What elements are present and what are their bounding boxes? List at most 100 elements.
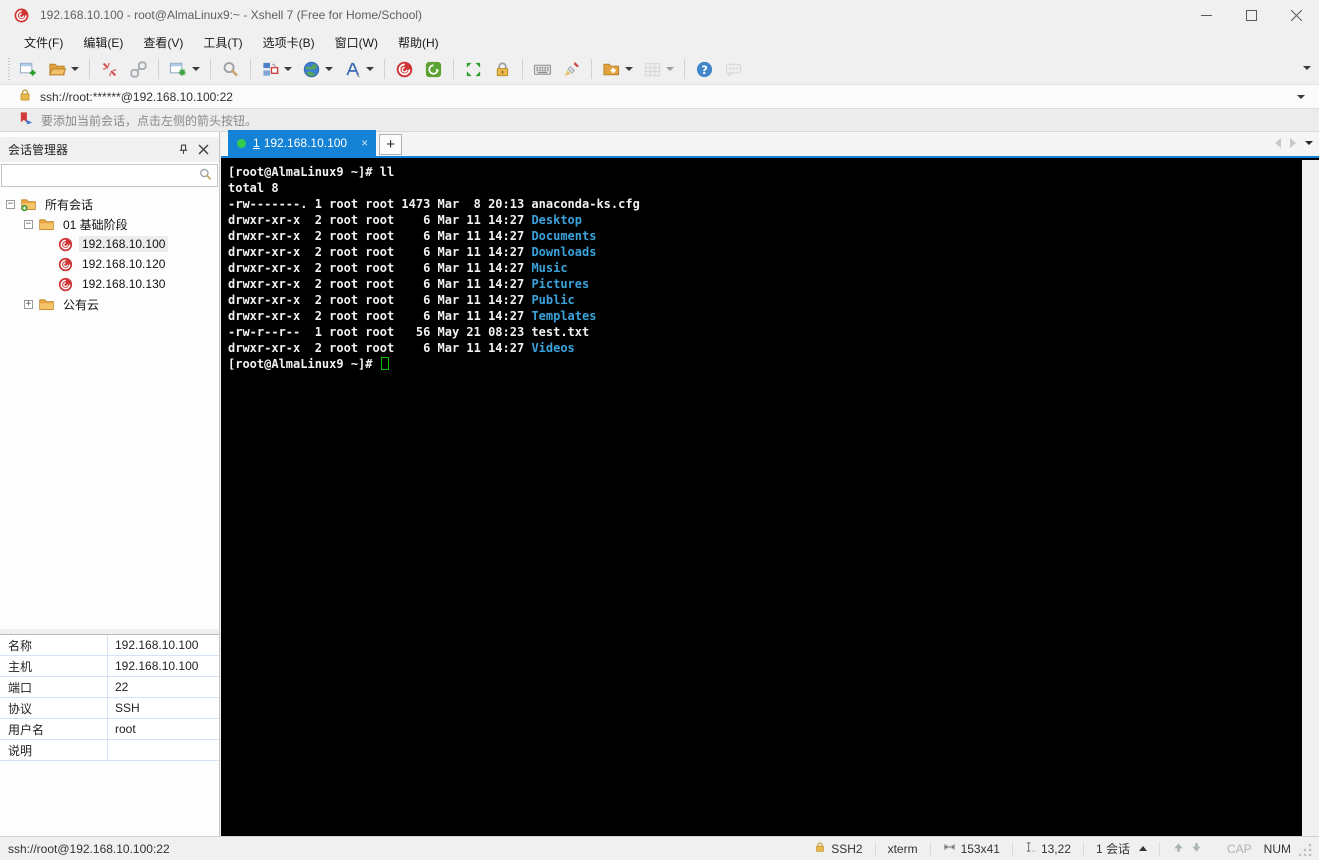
scroll-down-icon[interactable]: [1190, 841, 1203, 857]
status-session-count[interactable]: 1 会话: [1084, 842, 1159, 856]
web-browser-button[interactable]: [298, 57, 337, 82]
menu-item[interactable]: 窗口(W): [325, 30, 388, 55]
tree-folder[interactable]: − 所有会话: [0, 194, 219, 214]
font-button[interactable]: [339, 57, 378, 82]
property-value[interactable]: 22: [108, 677, 219, 697]
directory-name: Templates: [531, 309, 597, 323]
session-manager-title: 会话管理器: [8, 143, 69, 157]
terminal-pane: 1 192.168.10.100 × + [root@AlmaLinux9 ~]…: [221, 130, 1319, 836]
session-icon: [57, 256, 74, 273]
address-dropdown-caret-icon[interactable]: [1297, 94, 1305, 99]
dropdown-caret-icon[interactable]: [625, 67, 633, 71]
session-item[interactable]: 192.168.10.100: [0, 234, 219, 254]
terminal-scrollbar[interactable]: [1302, 160, 1319, 836]
menu-item[interactable]: 编辑(E): [73, 30, 133, 55]
menu-item[interactable]: 文件(F): [14, 30, 73, 55]
tree-folder[interactable]: − 01 基础阶段: [0, 214, 219, 234]
expand-toggle-icon[interactable]: +: [24, 299, 33, 309]
resize-grip[interactable]: [1299, 841, 1313, 856]
scroll-up-icon[interactable]: [1172, 841, 1185, 857]
toolbar-separator: [591, 59, 592, 79]
menu-item[interactable]: 工具(T): [193, 30, 252, 55]
minimize-button[interactable]: [1184, 0, 1229, 30]
new-file-button[interactable]: [598, 57, 637, 82]
toolbar-separator: [522, 59, 523, 79]
status-terminal-type[interactable]: xterm: [876, 842, 930, 856]
terminal-text: drwxr-xr-x 2 root root 6 Mar 11 14:27: [228, 245, 532, 259]
tab-scroll-right-icon[interactable]: [1290, 138, 1296, 148]
new-session-button[interactable]: [15, 57, 42, 82]
terminal[interactable]: [root@AlmaLinux9 ~]# ll total 8 -rw-------…: [221, 160, 1319, 836]
matrix-view-icon: [643, 60, 662, 79]
tab-list-caret-icon[interactable]: [1305, 141, 1313, 145]
close-panel-icon[interactable]: [193, 140, 213, 160]
tab-session[interactable]: 1 192.168.10.100 ×: [228, 130, 377, 156]
toolbar-separator: [158, 59, 159, 79]
address-bar[interactable]: ssh://root:******@192.168.10.100:22: [0, 84, 1319, 109]
session-search-input[interactable]: [2, 165, 198, 186]
address-url[interactable]: ssh://root:******@192.168.10.100:22: [40, 90, 1293, 104]
menu-item[interactable]: 查看(V): [133, 30, 193, 55]
help-button[interactable]: ?: [691, 57, 718, 82]
session-icon: [57, 236, 74, 253]
quick-commands-button[interactable]: [720, 57, 747, 82]
session-item[interactable]: 192.168.10.120: [0, 254, 219, 274]
maximize-button[interactable]: [1229, 0, 1274, 30]
clear-screen-button[interactable]: [558, 57, 585, 82]
reconnect-button[interactable]: [125, 57, 152, 82]
tab-title: 192.168.10.100: [263, 136, 348, 150]
toolbar-overflow-caret-icon[interactable]: [1303, 66, 1311, 70]
new-tab-button[interactable]: +: [379, 134, 403, 155]
toolbar-separator: [89, 59, 90, 79]
property-value[interactable]: root: [108, 719, 219, 739]
virtual-keyboard-button[interactable]: [529, 57, 556, 82]
dropdown-caret-icon[interactable]: [325, 67, 333, 71]
property-row: 用户名 root: [0, 719, 219, 740]
tree-item-label: 01 基础阶段: [63, 217, 128, 232]
dropdown-caret-icon[interactable]: [666, 67, 674, 71]
toolbar-grip[interactable]: [8, 58, 10, 80]
open-folder-icon: [48, 60, 67, 79]
property-value[interactable]: SSH: [108, 698, 219, 718]
dropdown-caret-icon[interactable]: [192, 67, 200, 71]
dropdown-caret-icon[interactable]: [71, 67, 79, 71]
property-value[interactable]: 192.168.10.100: [108, 635, 219, 655]
dropdown-caret-icon[interactable]: [366, 67, 374, 71]
xshell-app-icon: [13, 7, 30, 24]
disconnect-button[interactable]: [96, 57, 123, 82]
collapse-toggle-icon[interactable]: −: [6, 199, 15, 209]
tab-scroll-left-icon[interactable]: [1275, 138, 1281, 148]
directory-name: Downloads: [531, 245, 597, 259]
directory-name: Videos: [531, 341, 575, 355]
terminal-line: drwxr-xr-x 2 root root 6 Mar 11 14:27 Te…: [228, 308, 1299, 324]
tree-folder[interactable]: + 公有云: [0, 294, 219, 314]
terminal-line: -rw-r--r-- 1 root root 56 May 21 08:23 t…: [228, 324, 1299, 340]
tab-close-icon[interactable]: ×: [361, 137, 368, 149]
dropdown-caret-icon[interactable]: [284, 67, 292, 71]
num-lock-indicator: NUM: [1263, 841, 1291, 856]
xshell-button[interactable]: [391, 57, 418, 82]
property-row: 说明: [0, 740, 219, 761]
pin-icon[interactable]: [173, 140, 193, 160]
cursor-position-label: 13,22: [1040, 841, 1071, 856]
font-icon: [343, 60, 362, 79]
find-button[interactable]: [217, 57, 244, 82]
session-properties-button[interactable]: [165, 57, 204, 82]
session-item[interactable]: 192.168.10.130: [0, 274, 219, 294]
collapse-toggle-icon[interactable]: −: [24, 219, 33, 229]
fullscreen-button[interactable]: [460, 57, 487, 82]
property-value[interactable]: 192.168.10.100: [108, 656, 219, 676]
menu-item[interactable]: 帮助(H): [388, 30, 449, 55]
tab-layout-button[interactable]: [257, 57, 296, 82]
connected-dot-icon: [237, 138, 246, 148]
menu-item[interactable]: 选项卡(B): [253, 30, 325, 55]
xftp-icon: [424, 60, 443, 79]
tree-item-label: 192.168.10.100: [79, 236, 169, 252]
property-value[interactable]: [108, 740, 219, 760]
property-row: 主机 192.168.10.100: [0, 656, 219, 677]
lock-screen-button[interactable]: [489, 57, 516, 82]
xftp-button[interactable]: [420, 57, 447, 82]
close-button[interactable]: [1274, 0, 1319, 30]
open-folder-button[interactable]: [44, 57, 83, 82]
matrix-view-button[interactable]: [639, 57, 678, 82]
